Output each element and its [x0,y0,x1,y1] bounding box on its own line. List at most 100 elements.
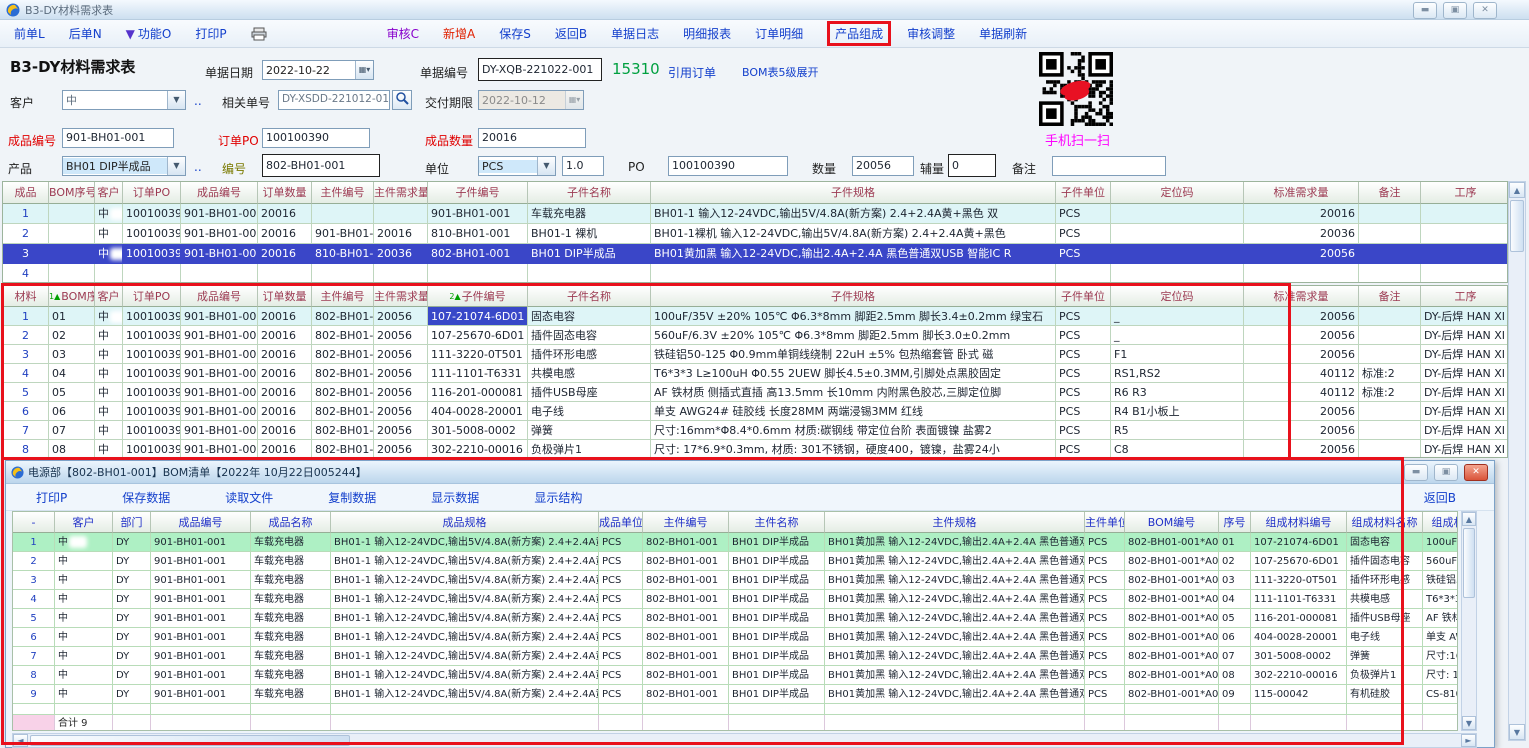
column-header[interactable]: 成品编号 [181,182,258,204]
calendar-dropdown-icon[interactable]: ▦▾ [355,61,373,79]
table-row[interactable]: 404中100100390901-BH01-00120016802-BH01-0… [3,364,1507,383]
table-row[interactable]: 3中100100390901-BH01-00120016810-BH01-001… [3,244,1507,264]
table-row[interactable]: 5中DY901-BH01-001车载充电器BH01-1 输入12-24VDC,输… [13,609,1457,628]
order-po-input[interactable]: 100100390 [262,128,370,148]
scroll-up-icon[interactable]: ▲ [1462,512,1476,526]
popup-print-button[interactable]: 打印P [36,489,67,506]
column-header[interactable]: 子件规格 [651,182,1056,204]
table-row[interactable]: 606中100100390901-BH01-00120016802-BH01-0… [3,402,1507,421]
column-header[interactable]: 主件单位 [1085,512,1125,533]
column-header[interactable]: 材料 [3,286,49,307]
po-input[interactable]: 100100390 [668,156,788,176]
column-header[interactable]: 备注 [1359,182,1421,204]
popup-copy-data-button[interactable]: 复制数据 [328,489,376,506]
column-header[interactable]: 主件编号 [312,286,374,307]
table-row[interactable]: 9中DY901-BH01-001车载充电器BH01-1 输入12-24VDC,输… [13,685,1457,704]
popup-read-file-button[interactable]: 读取文件 [225,489,273,506]
order-detail-button[interactable]: 订单明细 [755,25,803,42]
qty-input[interactable]: 20056 [852,156,914,176]
column-header[interactable]: 组成材料名称 [1347,512,1423,533]
print-button[interactable]: 打印P [195,25,226,42]
product-combo[interactable]: BH01 DIP半成品 ▼ [62,156,186,176]
chevron-down-icon[interactable]: ▼ [537,157,555,175]
column-header[interactable]: 成品编号 [151,512,251,533]
column-header[interactable]: 2▲子件编号 [428,286,528,307]
audit-adjust-button[interactable]: 审核调整 [907,25,955,42]
next-doc-button[interactable]: 后单N [69,25,102,42]
table-row[interactable]: 8中DY901-BH01-001车载充电器BH01-1 输入12-24VDC,输… [13,666,1457,685]
column-header[interactable]: 子件编号 [428,182,528,204]
audit-button[interactable]: 审核C [387,25,419,42]
column-header[interactable]: 部门 [113,512,151,533]
column-header[interactable]: 标准需求量 [1244,182,1359,204]
popup-close-button[interactable]: ✕ [1464,464,1488,481]
customer-lookup-button[interactable]: .. [194,94,202,108]
column-header[interactable]: 组成材料规格 [1423,512,1458,533]
column-header[interactable]: 主件编号 [643,512,729,533]
scroll-right-icon[interactable]: ► [1461,734,1476,747]
main-vertical-scrollbar[interactable]: ▲ ▼ [1508,181,1526,741]
column-header[interactable]: BOM序号 [49,182,95,204]
popup-maximize-button[interactable]: ▣ [1434,464,1458,481]
column-header[interactable]: 定位码 [1111,286,1244,307]
column-header[interactable]: - [13,512,55,533]
doc-no-input[interactable]: DY-XQB-221022-001 [478,58,602,81]
function-menu-button[interactable]: 功能O [138,25,171,42]
scroll-up-icon[interactable]: ▲ [1509,182,1525,198]
column-header[interactable]: 订单PO [123,182,181,204]
scroll-thumb[interactable] [1463,528,1475,598]
column-header[interactable]: 1▲BOM序号 [49,286,95,307]
add-button[interactable]: 新增A [443,25,475,42]
table-row[interactable]: 1中DY901-BH01-001车载充电器BH01-1 输入12-24VDC,输… [13,533,1457,552]
maximize-button[interactable]: ▣ [1443,2,1467,19]
column-header[interactable]: 序号 [1219,512,1251,533]
column-header[interactable]: 组成材料编号 [1251,512,1347,533]
popup-return-button[interactable]: 返回B [1424,489,1456,506]
column-header[interactable]: 主件需求量 [374,182,428,204]
product-composition-button[interactable]: 产品组成 [835,27,883,41]
column-header[interactable]: 订单数量 [258,286,312,307]
table-row[interactable]: 303中100100390901-BH01-00120016802-BH01-0… [3,345,1507,364]
popup-vertical-scrollbar[interactable]: ▲ ▼ [1461,511,1477,731]
minimize-button[interactable]: ▬ [1413,2,1437,19]
column-header[interactable]: BOM编号 [1125,512,1219,533]
remark-input[interactable] [1052,156,1166,176]
popup-minimize-button[interactable]: ▬ [1404,464,1428,481]
table-row[interactable]: 6中DY901-BH01-001车载充电器BH01-1 输入12-24VDC,输… [13,628,1457,647]
unit-factor-input[interactable]: 1.0 [562,156,604,176]
table-row[interactable]: 2中DY901-BH01-001车载充电器BH01-1 输入12-24VDC,输… [13,552,1457,571]
detail-report-button[interactable]: 明细报表 [683,25,731,42]
column-header[interactable]: 客户 [95,286,123,307]
table-row[interactable]: 2中100100390901-BH01-00120016901-BH01-001… [3,224,1507,244]
column-header[interactable]: 工序 [1421,286,1508,307]
product-qty-input[interactable]: 20016 [478,128,586,148]
unit-combo[interactable]: PCS ▼ [478,156,556,176]
table-row[interactable]: 808中100100390901-BH01-00120016802-BH01-0… [3,440,1507,458]
popup-show-structure-button[interactable]: 显示结构 [534,489,582,506]
column-header[interactable]: 订单PO [123,286,181,307]
table-row[interactable]: 3中DY901-BH01-001车载充电器BH01-1 输入12-24VDC,输… [13,571,1457,590]
scroll-down-icon[interactable]: ▼ [1462,716,1476,730]
doc-log-button[interactable]: 单据日志 [611,25,659,42]
close-button[interactable]: ✕ [1473,2,1497,19]
return-button[interactable]: 返回B [555,25,587,42]
table-row[interactable]: 101中100100390901-BH01-00120016802-BH01-0… [3,307,1507,326]
table-row[interactable]: 7中DY901-BH01-001车载充电器BH01-1 输入12-24VDC,输… [13,647,1457,666]
bom-expand-link[interactable]: BOM表5级展开 [742,64,819,80]
scroll-thumb[interactable] [30,735,350,746]
column-header[interactable]: 标准需求量 [1244,286,1359,307]
code-input[interactable]: 802-BH01-001 [262,154,380,177]
column-header[interactable]: 客户 [55,512,113,533]
table-row[interactable]: 4中DY901-BH01-001车载充电器BH01-1 输入12-24VDC,输… [13,590,1457,609]
table-row[interactable]: 1中100100390901-BH01-00120016901-BH01-001… [3,204,1507,224]
popup-horizontal-scrollbar[interactable]: ◄ ► [12,733,1477,748]
table-row[interactable]: 4 [3,264,1507,283]
doc-refresh-button[interactable]: 单据刷新 [979,25,1027,42]
column-header[interactable]: 订单数量 [258,182,312,204]
doc-date-input[interactable]: 2022-10-22 ▦▾ [262,60,374,80]
column-header[interactable]: 主件名称 [729,512,825,533]
column-header[interactable]: 子件规格 [651,286,1056,307]
column-header[interactable]: 成品 [3,182,49,204]
column-header[interactable]: 子件单位 [1056,182,1111,204]
prev-doc-button[interactable]: 前单L [14,25,45,42]
